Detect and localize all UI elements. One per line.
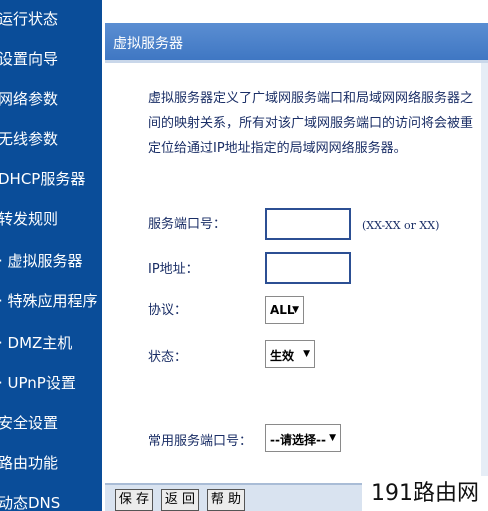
protocol-label: 协议：	[148, 303, 188, 318]
help-button[interactable]: 帮 助	[207, 489, 245, 511]
ip-address-input[interactable]	[265, 252, 351, 284]
sidebar-item-network-params[interactable]: 网络参数	[0, 87, 100, 111]
protocol-select[interactable]: ALL ▼	[265, 296, 304, 324]
page-title: 虚拟服务器	[113, 36, 183, 52]
sidebar-item-special-applications[interactable]: · 特殊应用程序	[0, 289, 100, 313]
sidebar-item-dhcp-server[interactable]: DHCP服务器	[0, 167, 100, 191]
service-port-input[interactable]	[265, 208, 351, 240]
sidebar-nav: 运行状态 设置向导 网络参数 无线参数 DHCP服务器 转发规则 · 虚拟服务器…	[0, 0, 102, 511]
chevron-down-icon: ▼	[329, 433, 336, 443]
common-service-port-label: 常用服务端口号：	[148, 434, 253, 449]
sidebar-item-running-status[interactable]: 运行状态	[0, 7, 100, 31]
ip-address-label: IP地址：	[148, 262, 199, 277]
sidebar-item-security-settings[interactable]: 安全设置	[0, 411, 100, 435]
service-port-format-hint: (XX-XX or XX)	[362, 219, 440, 232]
sidebar-item-virtual-server[interactable]: · 虚拟服务器	[0, 249, 100, 273]
common-service-port-selected-value: --请选择--	[270, 433, 326, 447]
sidebar-item-dmz-host[interactable]: · DMZ主机	[0, 331, 100, 355]
sidebar-item-routing[interactable]: 路由功能	[0, 451, 100, 475]
status-selected-value: 生效	[270, 349, 295, 363]
save-button[interactable]: 保 存	[115, 489, 153, 511]
chevron-down-icon: ▼	[292, 305, 299, 315]
protocol-selected-value: ALL	[270, 303, 295, 317]
content-panel: 虚拟服务器 虚拟服务器定义了广域网服务端口和局域网网络服务器之间的映射关系，所有…	[105, 0, 488, 511]
sidebar-item-setup-wizard[interactable]: 设置向导	[0, 47, 100, 71]
status-select[interactable]: 生效 ▼	[265, 340, 315, 368]
sidebar-item-upnp-settings[interactable]: · UPnP设置	[0, 371, 100, 395]
sidebar-item-dynamic-dns[interactable]: 动态DNS	[0, 491, 100, 511]
sidebar-item-wireless-params[interactable]: 无线参数	[0, 127, 100, 151]
chevron-down-icon: ▼	[303, 349, 310, 359]
status-label: 状态：	[148, 350, 188, 365]
sidebar-item-forwarding-rules[interactable]: 转发规则	[0, 207, 100, 231]
site-watermark: 191路由网	[362, 476, 488, 511]
common-service-port-select[interactable]: --请选择-- ▼	[265, 424, 341, 452]
service-port-label: 服务端口号：	[148, 217, 227, 232]
back-button[interactable]: 返 回	[161, 489, 199, 511]
page-description: 虚拟服务器定义了广域网服务端口和局域网网络服务器之间的映射关系，所有对该广域网服…	[148, 91, 474, 156]
panel-title-bar: 虚拟服务器	[105, 23, 488, 63]
